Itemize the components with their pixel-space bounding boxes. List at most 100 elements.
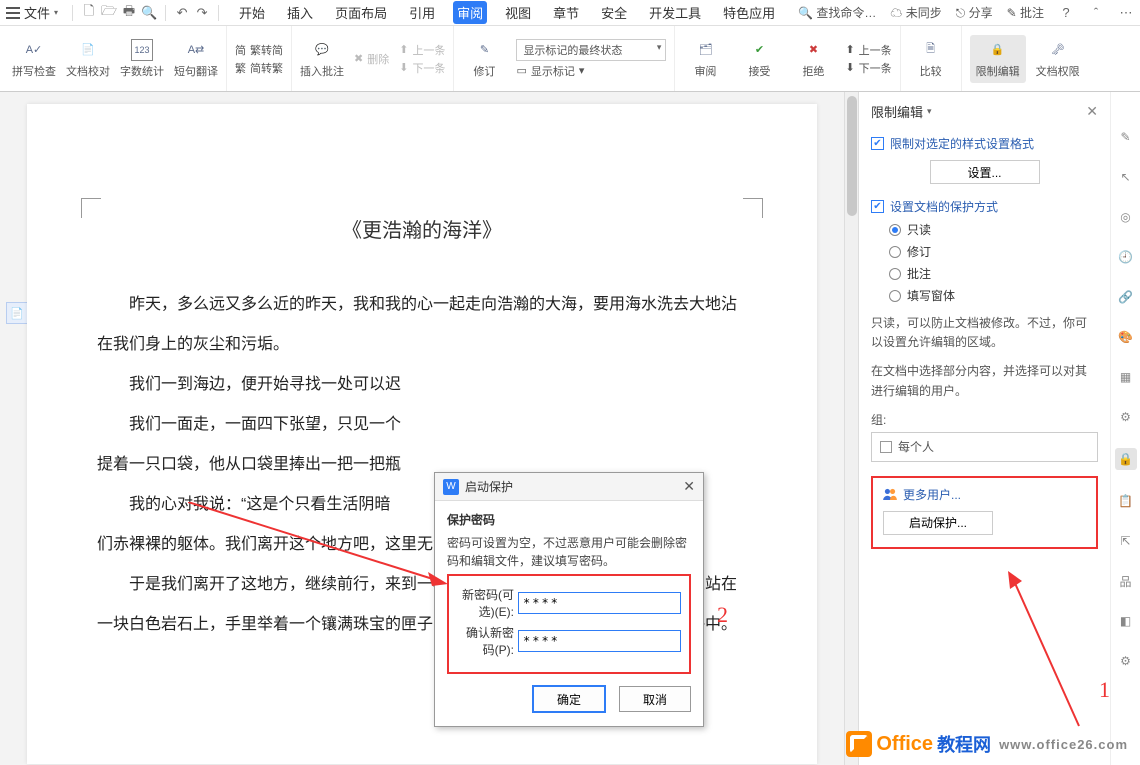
radio-comments[interactable]: 批注 xyxy=(889,265,1098,282)
floating-page-icon[interactable]: 📄 xyxy=(6,302,28,324)
dialog-hint: 密码可设置为空，不过恶意用户可能会删除密码和编辑文件，建议填写密码。 xyxy=(447,534,691,570)
annotate-button[interactable]: ✎ 批注 xyxy=(1007,4,1044,21)
share-button[interactable]: ⎋ 分享 xyxy=(956,4,993,21)
annotation-highlight-box: 更多用户... 启动保护... xyxy=(871,476,1098,549)
tab-devtools[interactable]: 开发工具 xyxy=(645,1,705,24)
panel-hint: 只读，可以防止文档被修改。不过，你可以设置允许编辑的区域。 xyxy=(871,314,1098,352)
vertical-scrollbar[interactable] xyxy=(844,92,858,765)
hamburger-icon[interactable] xyxy=(6,7,20,19)
ok-button[interactable]: 确定 xyxy=(533,686,605,712)
protection-mode-checkbox[interactable]: ✔设置文档的保护方式 xyxy=(871,198,1098,215)
chevron-down-icon[interactable]: ▾ xyxy=(54,8,58,17)
help-icon[interactable]: ? xyxy=(1058,5,1074,21)
qat-print-icon[interactable]: 🖶 xyxy=(121,5,137,21)
spellcheck-button[interactable]: A✓拼写检查 xyxy=(12,39,56,79)
qat-preview-icon[interactable]: 🔍 xyxy=(141,5,157,21)
command-search[interactable]: 🔍 查找命令… xyxy=(798,4,876,21)
paragraph: 昨天，多么远又多么近的昨天，我和我的心一起走向浩瀚的大海，要用海水洗去大地沾在我… xyxy=(97,285,747,365)
paragraph: 我们一面走，一面四下张望，只见一个 xyxy=(97,405,747,445)
palette-icon[interactable]: 🎨 xyxy=(1117,328,1135,346)
markup-display-select[interactable]: 显示标记的最终状态 xyxy=(516,39,666,61)
tab-view[interactable]: 视图 xyxy=(501,1,535,24)
wordcount-button[interactable]: 123字数统计 xyxy=(120,39,164,79)
qat-open-icon[interactable]: 🗁 xyxy=(101,5,117,21)
tab-insert[interactable]: 插入 xyxy=(283,1,317,24)
tab-layout[interactable]: 页面布局 xyxy=(331,1,391,24)
chain-icon[interactable]: 🔗 xyxy=(1117,288,1135,306)
file-menu[interactable]: 文件 xyxy=(24,3,50,22)
chevron-down-icon[interactable]: ▾ xyxy=(927,106,932,117)
delete-comment-button[interactable]: ✖ 删除 xyxy=(354,51,389,67)
cancel-button[interactable]: 取消 xyxy=(619,686,691,712)
dialog-titlebar[interactable]: W 启动保护 ✕ xyxy=(435,473,703,501)
radio-readonly[interactable]: 只读 xyxy=(889,221,1098,238)
lock-icon[interactable]: 🔒 xyxy=(1115,448,1137,470)
panel-hint: 在文档中选择部分内容，并选择可以对其进行编辑的用户。 xyxy=(871,362,1098,400)
tab-review[interactable]: 审阅 xyxy=(453,1,487,24)
limit-formatting-checkbox[interactable]: ✔限制对选定的样式设置格式 xyxy=(871,135,1098,152)
track-changes-button[interactable]: ✎修订 xyxy=(462,39,506,79)
clipboard-icon[interactable]: 📋 xyxy=(1117,492,1135,510)
start-protection-button[interactable]: 启动保护... xyxy=(883,511,993,535)
everyone-checkbox[interactable]: 每个人 xyxy=(871,432,1098,462)
insert-comment-button[interactable]: 💬插入批注 xyxy=(300,39,344,79)
translate-button[interactable]: A⇄短句翻译 xyxy=(174,39,218,79)
document-area: 📄 《更浩瀚的海洋》 昨天，多么远又多么近的昨天，我和我的心一起走向浩瀚的大海，… xyxy=(0,92,844,765)
compare-button[interactable]: 🗎比较 xyxy=(909,39,953,79)
qat-new-icon[interactable]: 🗋 xyxy=(81,5,97,21)
trad-to-simp-button[interactable]: 简繁转简 xyxy=(235,42,283,58)
office-logo-icon xyxy=(846,731,872,757)
cursor-icon[interactable]: ↖ xyxy=(1117,168,1135,186)
grid-icon[interactable]: ▦ xyxy=(1117,368,1135,386)
group-label: 组: xyxy=(871,411,1098,428)
tab-special[interactable]: 特色应用 xyxy=(719,1,779,24)
reject-button[interactable]: ✖拒绝 xyxy=(791,39,835,79)
radio-trackchanges[interactable]: 修订 xyxy=(889,243,1098,260)
more-users-link[interactable]: 更多用户... xyxy=(883,486,1086,503)
qat-undo-icon[interactable]: ↶ xyxy=(174,5,190,21)
start-protection-dialog: W 启动保护 ✕ 保护密码 密码可设置为空，不过恶意用户可能会删除密码和编辑文件… xyxy=(434,472,704,727)
proofread-button[interactable]: 📄文档校对 xyxy=(66,39,110,79)
tab-security[interactable]: 安全 xyxy=(597,1,631,24)
main-area: 📄 《更浩瀚的海洋》 昨天，多么远又多么近的昨天，我和我的心一起走向浩瀚的大海，… xyxy=(0,92,1140,765)
accept-button[interactable]: ✔接受 xyxy=(737,39,781,79)
dialog-section-label: 保护密码 xyxy=(447,511,691,528)
menubar: 文件 ▾ 🗋 🗁 🖶 🔍 ↶ ↷ 开始 插入 页面布局 引用 审阅 视图 章节 … xyxy=(0,0,1140,26)
close-icon[interactable]: ✕ xyxy=(683,478,695,495)
users-icon xyxy=(883,488,897,500)
prev-change-button[interactable]: ⬆ 上一条 xyxy=(845,42,891,58)
simp-to-trad-button[interactable]: 繁简转繁 xyxy=(235,60,283,76)
tab-start[interactable]: 开始 xyxy=(235,1,269,24)
annotation-highlight-box: 新密码(可选)(E): 确认新密码(P): xyxy=(447,574,691,674)
pencil-icon[interactable]: ✎ xyxy=(1117,128,1135,146)
sliders-icon[interactable]: ⚙ xyxy=(1117,408,1135,426)
doc-permissions-button[interactable]: 🗝文档权限 xyxy=(1036,39,1080,79)
qat-redo-icon[interactable]: ↷ xyxy=(194,5,210,21)
radio-forms[interactable]: 填写窗体 xyxy=(889,287,1098,304)
show-markup-button[interactable]: ▭ 显示标记 ▾ xyxy=(516,63,666,79)
target-icon[interactable]: ◎ xyxy=(1117,208,1135,226)
annotation-number: 1 xyxy=(1099,677,1110,703)
prev-comment-button[interactable]: ⬆ 上一条 xyxy=(399,42,445,58)
ribbon: A✓拼写检查 📄文档校对 123字数统计 A⇄短句翻译 简繁转简 繁简转繁 💬插… xyxy=(0,26,1140,92)
formatting-settings-button[interactable]: 设置... xyxy=(930,160,1040,184)
next-comment-button[interactable]: ⬇ 下一条 xyxy=(399,60,445,76)
tab-reference[interactable]: 引用 xyxy=(405,1,439,24)
tree-icon[interactable]: 品 xyxy=(1117,572,1135,590)
settings-icon[interactable]: ⚙ xyxy=(1117,652,1135,670)
document-title: 《更浩瀚的海洋》 xyxy=(97,214,747,243)
dialog-title: 启动保护 xyxy=(465,478,513,495)
next-change-button[interactable]: ⬇ 下一条 xyxy=(845,60,891,76)
close-panel-icon[interactable]: ✕ xyxy=(1086,103,1098,120)
clock-icon[interactable]: 🕘 xyxy=(1117,248,1135,266)
sync-status[interactable]: ☁ 未同步 xyxy=(890,4,941,21)
confirm-password-input[interactable] xyxy=(518,630,681,652)
review-pane-button[interactable]: 🗂审阅 xyxy=(683,39,727,79)
more-icon[interactable]: ⋯ xyxy=(1118,5,1134,21)
restrict-editing-button[interactable]: 🔒限制编辑 xyxy=(970,35,1026,83)
collapse-ribbon-icon[interactable]: ˆ xyxy=(1088,5,1104,21)
layers-icon[interactable]: ◧ xyxy=(1117,612,1135,630)
new-password-input[interactable] xyxy=(518,592,681,614)
tab-chapter[interactable]: 章节 xyxy=(549,1,583,24)
export-icon[interactable]: ⇱ xyxy=(1117,532,1135,550)
